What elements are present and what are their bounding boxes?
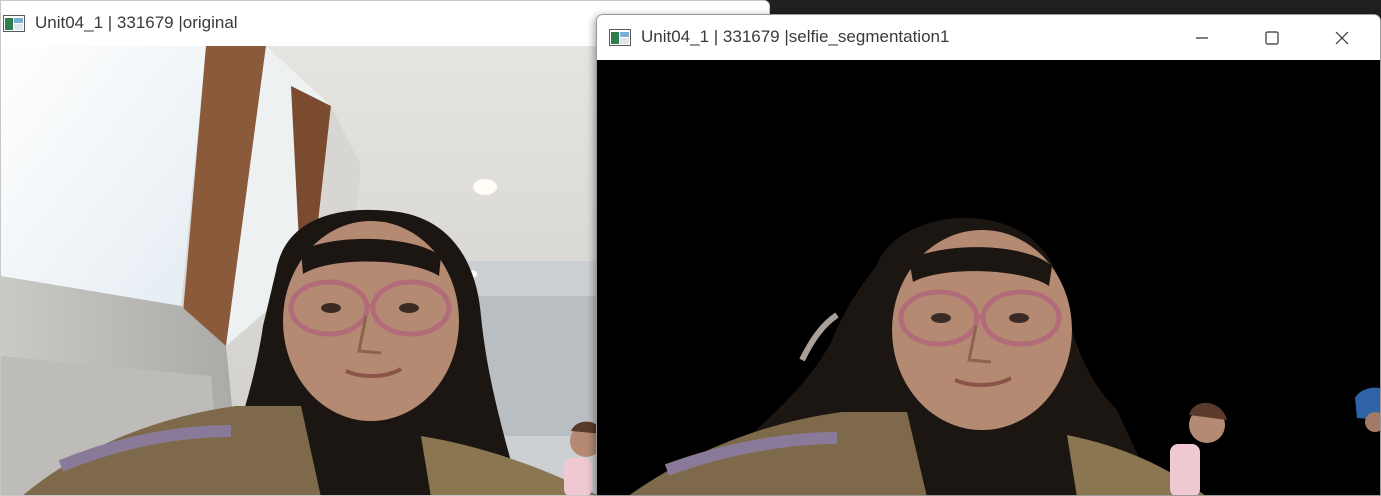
- original-window-title: Unit04_1 | 331679 |original: [35, 13, 238, 32]
- maximize-button[interactable]: [1237, 15, 1307, 60]
- segmentation-output-view: [597, 60, 1380, 495]
- minimize-button[interactable]: [1167, 15, 1237, 60]
- maximize-icon: [1265, 30, 1279, 45]
- segmented-person-image: [597, 60, 1380, 495]
- segmentation-title-bar[interactable]: Unit04_1 | 331679 |selfie_segmentation1: [597, 15, 1380, 60]
- app-window-icon: [609, 29, 631, 46]
- app-window-icon: [3, 15, 25, 32]
- segmentation-window[interactable]: Unit04_1 | 331679 |selfie_segmentation1: [596, 14, 1381, 496]
- minimize-icon: [1196, 36, 1208, 39]
- segmentation-window-title: Unit04_1 | 331679 |selfie_segmentation1: [641, 27, 950, 46]
- close-button[interactable]: [1307, 15, 1377, 60]
- close-icon: [1335, 31, 1349, 44]
